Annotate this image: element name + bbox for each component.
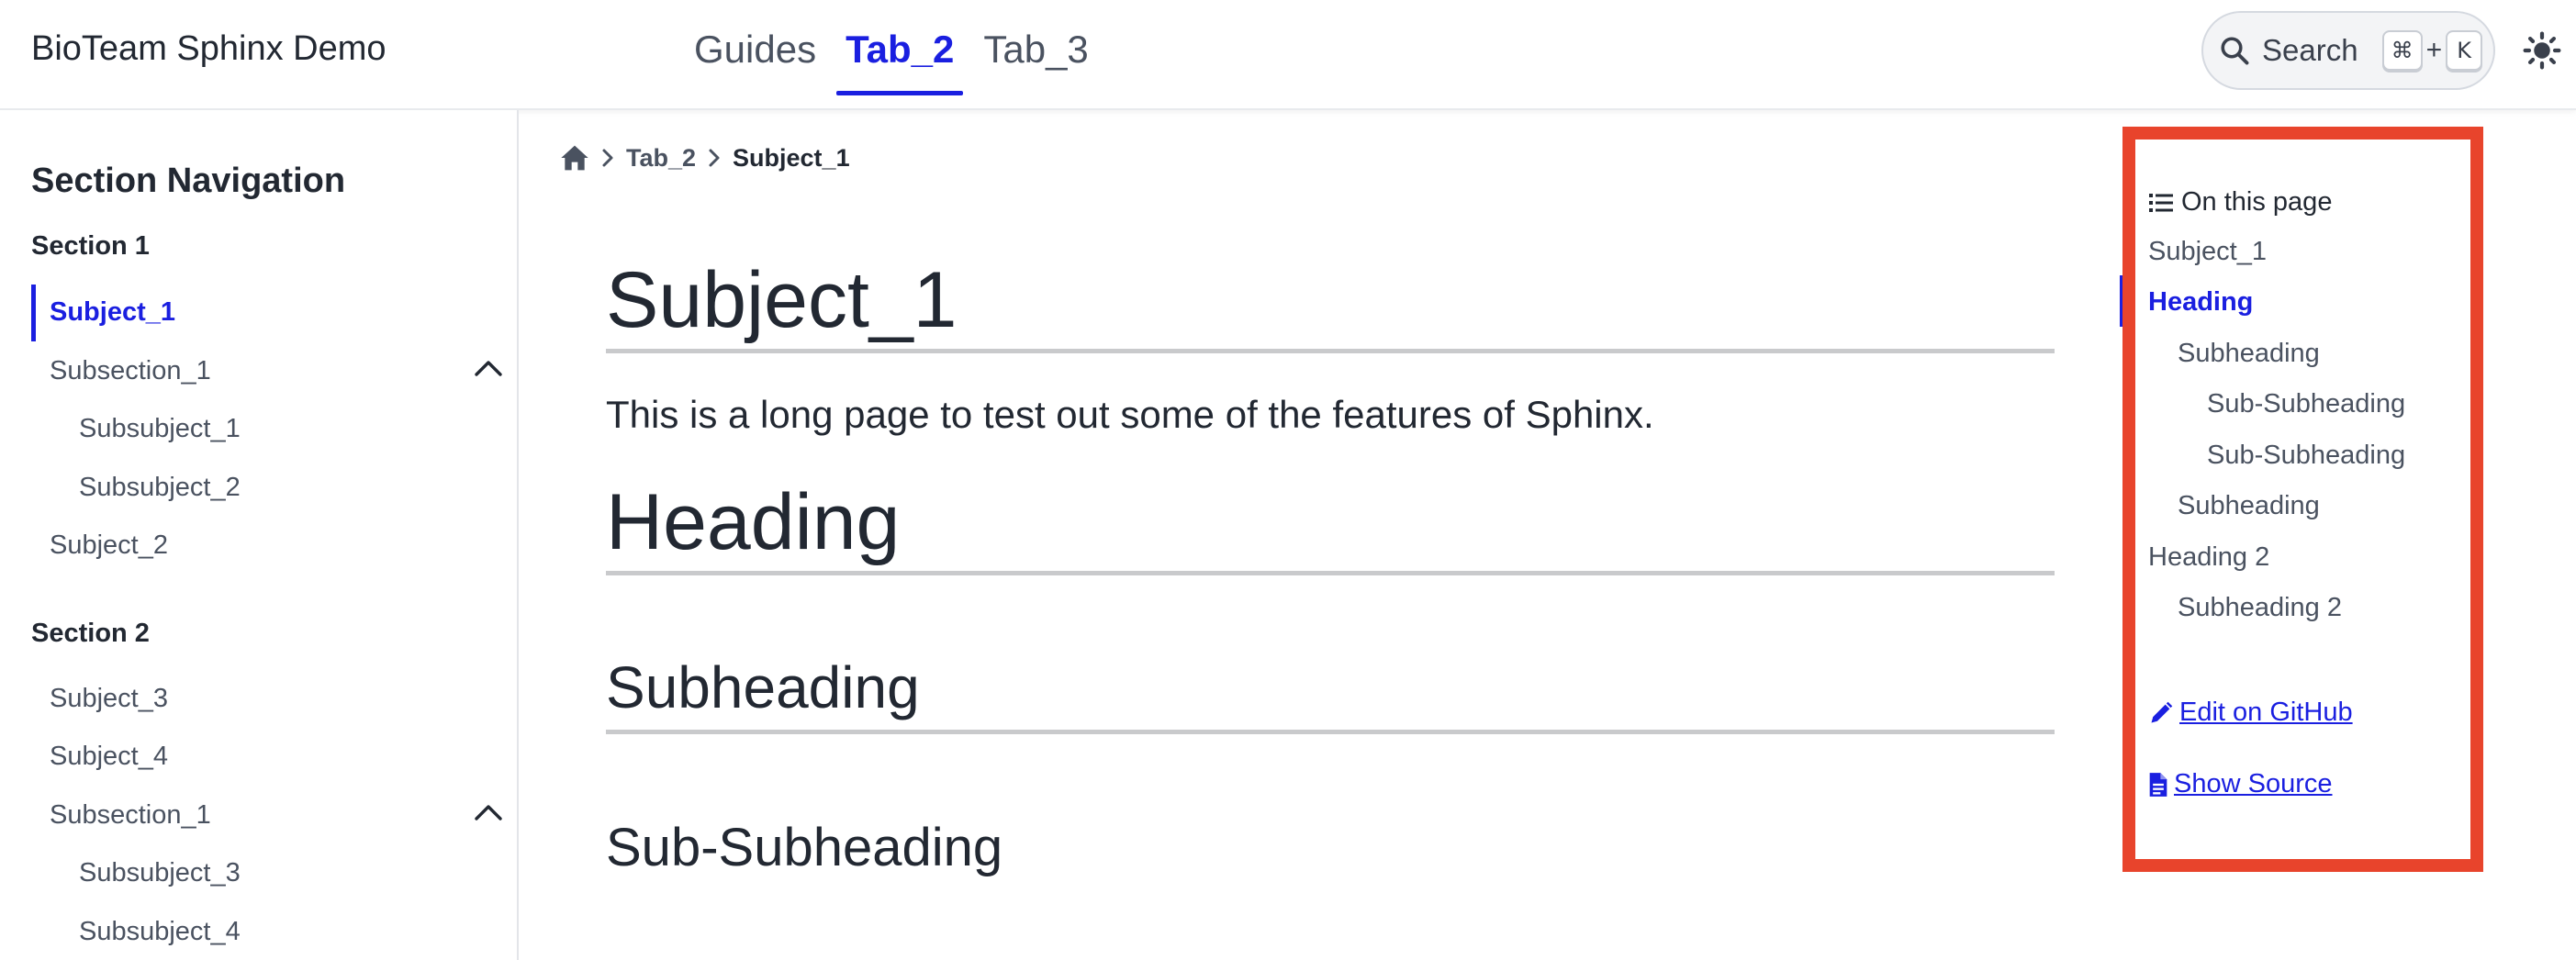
sidebar-item-subject-3[interactable]: Subject_3: [50, 684, 168, 714]
subheading-divider: [606, 730, 2055, 734]
chevron-up-icon[interactable]: [474, 802, 503, 822]
chevron-right-icon: [696, 148, 733, 168]
breadcrumb-current: Subject_1: [733, 143, 850, 172]
sidebar-item-subsubject-2[interactable]: Subsubject_2: [79, 473, 241, 503]
intro-paragraph: This is a long page to test out some of …: [606, 393, 1654, 436]
cmd-key: ⌘: [2381, 30, 2423, 71]
tab-guides[interactable]: Guides: [679, 4, 831, 95]
sidebar-item-subsubject-1[interactable]: Subsubject_1: [79, 414, 241, 444]
active-indicator: [31, 285, 36, 341]
sidebar-title: Section Navigation: [31, 162, 346, 200]
sidebar-item-subject-4[interactable]: Subject_4: [50, 742, 168, 772]
sub-subheading: Sub-Subheading: [606, 818, 1003, 877]
breadcrumb-tab-2[interactable]: Tab_2: [626, 144, 696, 173]
sidebar-item-subject-2[interactable]: Subject_2: [50, 530, 168, 561]
shortcut-plus: +: [2425, 35, 2443, 65]
page-title: Subject_1: [606, 256, 958, 344]
sidebar-item-subsection-1b[interactable]: Subsection_1: [50, 800, 211, 831]
k-key: K: [2446, 30, 2483, 71]
toc-highlight-box: [2122, 127, 2483, 872]
breadcrumb: Tab_2 Subject_1: [560, 140, 850, 176]
chevron-right-icon: [589, 148, 626, 168]
header-tabs: Guides Tab_2 Tab_3: [679, 0, 1103, 110]
sidebar-item-subsubject-3[interactable]: Subsubject_3: [79, 858, 241, 888]
chevron-up-icon[interactable]: [474, 358, 503, 378]
subheading: Subheading: [606, 654, 920, 720]
sidebar-item-subject-1[interactable]: Subject_1: [50, 297, 175, 328]
search-shortcut: ⌘ + K: [2381, 30, 2483, 71]
section-caption-2: Section 2: [31, 619, 150, 648]
title-divider: [606, 349, 2055, 353]
search-label: Search: [2262, 33, 2358, 67]
section-caption-1: Section 1: [31, 231, 150, 261]
search-button[interactable]: Search ⌘ + K: [2201, 11, 2495, 90]
section-navigation: Section Navigation Section 1 Subject_1 S…: [0, 110, 519, 960]
sun-icon[interactable]: [2523, 31, 2561, 70]
heading-divider: [606, 571, 2055, 575]
search-icon: [2221, 37, 2249, 65]
tab-tab-2[interactable]: Tab_2: [831, 4, 969, 95]
sidebar-item-subsubject-4[interactable]: Subsubject_4: [79, 917, 241, 947]
sidebar-item-subsection-1[interactable]: Subsection_1: [50, 356, 211, 386]
top-navbar: BioTeam Sphinx Demo Guides Tab_2 Tab_3 S…: [0, 0, 2576, 110]
home-icon[interactable]: [560, 144, 589, 172]
site-brand[interactable]: BioTeam Sphinx Demo: [31, 29, 386, 69]
heading: Heading: [606, 478, 901, 566]
tab-tab-3[interactable]: Tab_3: [969, 4, 1103, 95]
